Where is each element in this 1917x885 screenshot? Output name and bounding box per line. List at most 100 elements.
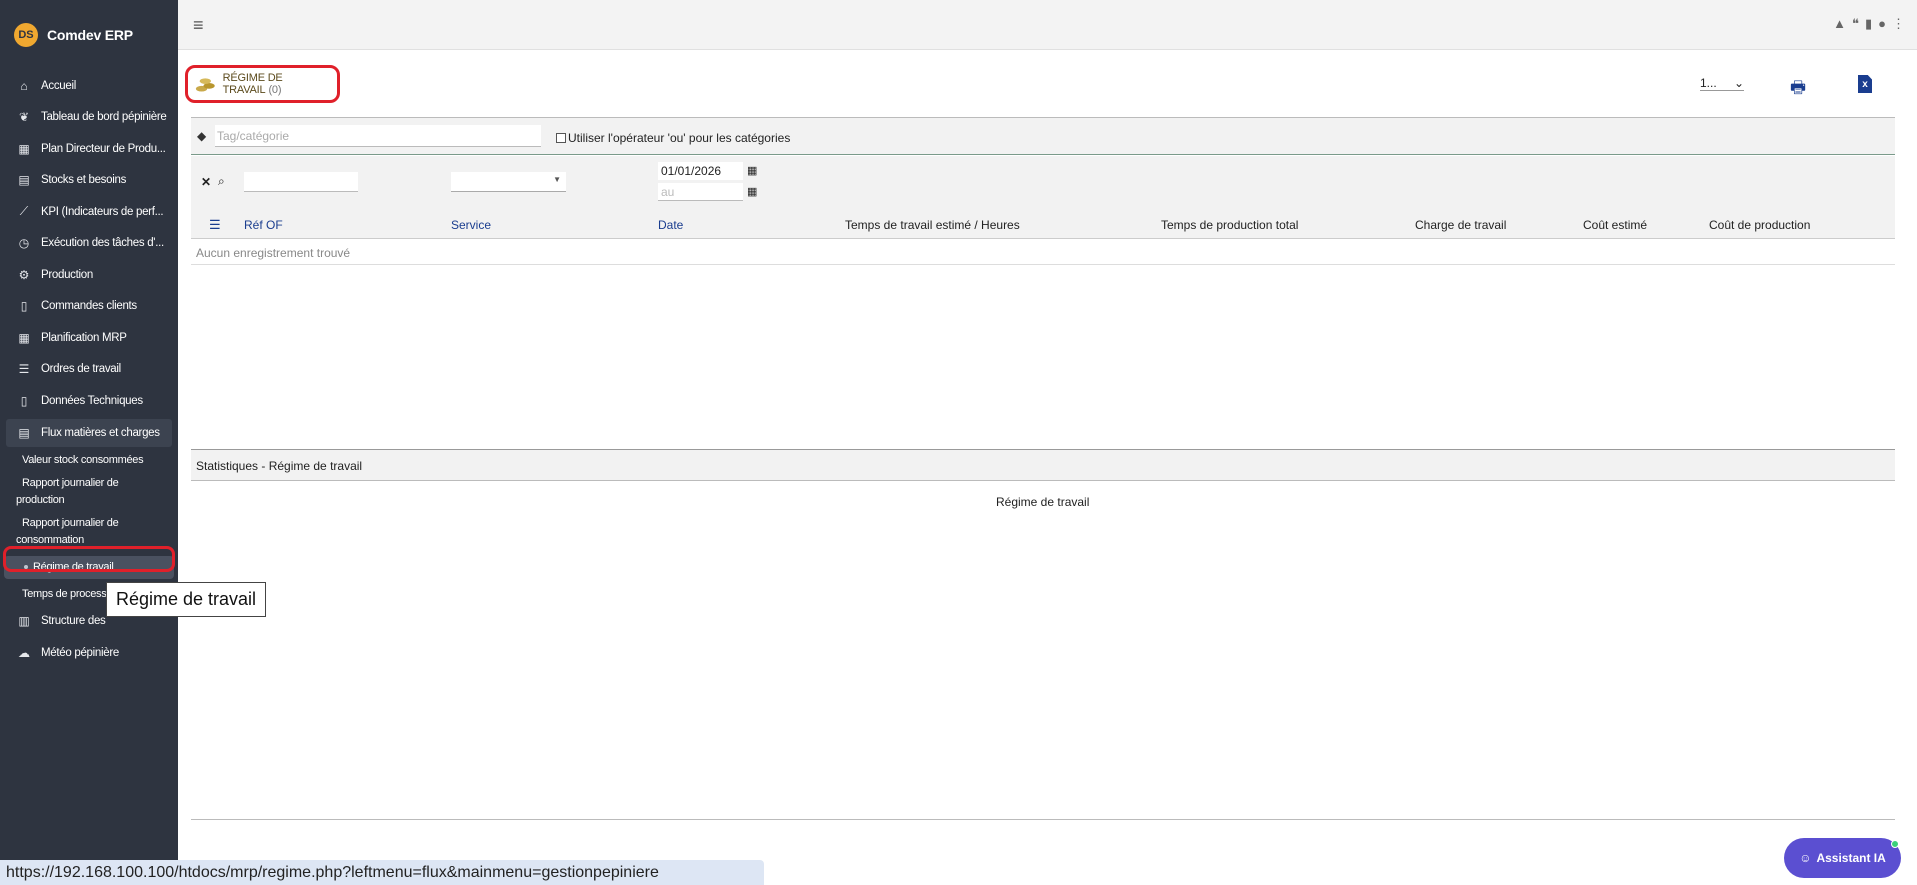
brand[interactable]: DS Comdev ERP [0,0,178,70]
stats-header: Statistiques - Régime de travail [191,449,1895,481]
calendar-icon: ▦ [18,141,30,156]
sidebar-item-label: Météo pépinière [41,646,119,659]
more-vertical-icon[interactable]: ⋮ [1892,16,1905,32]
sidebar-item-m-t-o-p-pini-re[interactable]: ☁ Météo pépinière [0,637,178,669]
column-cout-estime: Coût estimé [1583,218,1648,232]
sidebar-menu: ⌂ Accueil ❦ Tableau de bord pépinière ▦ Plan … [0,70,178,417]
home-icon: ⌂ [20,78,28,93]
menu-toggle-icon[interactable]: ≡ [193,15,204,36]
coins-icon [195,78,215,92]
notification-icon[interactable]: ▲ [1833,16,1846,32]
top-bar: ≡ ▲ ❝ ▮ ● ⋮ [178,0,1917,50]
column-charge-travail: Charge de travail [1415,218,1507,232]
search-icon[interactable]: ⌕ [218,174,225,189]
sidebar: DS Comdev ERP ⌂ Accueil ❦ Tableau de bord p… [0,0,178,885]
column-date[interactable]: Date [658,218,683,232]
online-status-icon [1891,840,1899,848]
date-to-input[interactable]: au [658,183,743,201]
search-row: ✕ ⌕ ▼ 01/01/2026 ▦ au ▦ [191,156,1895,209]
sidebar-item-plan-directeur-de-produ[interactable]: ▦ Plan Directeur de Produ... [0,133,178,165]
column-temps-estime: Temps de travail estimé / Heures [845,218,1020,232]
column-cout-production: Coût de production [1709,218,1811,232]
sidebar-item-label: Commandes clients [41,300,137,313]
sidebar-item-label: KPI (Indicateurs de perf... [41,205,164,218]
print-icon[interactable]: 🖶 [1790,75,1806,104]
submenu-item-rapport-production[interactable]: Rapport journalier de production [0,472,178,512]
column-service[interactable]: Service [451,218,491,232]
sidebar-item-label: Plan Directeur de Produ... [41,142,166,155]
tooltip: Régime de travail [106,582,266,617]
chevron-down-icon: ⌄ [1733,76,1744,90]
logo-icon: DS [14,23,38,47]
page-title-box: RÉGIME DE TRAVAIL (0) [185,65,340,103]
sidebar-item-label: Ordres de travail [41,363,121,376]
calendar-icon[interactable]: ▦ [747,164,757,177]
divider [191,819,1895,820]
sidebar-item-label: Structure des [41,615,106,628]
chat-icon[interactable]: ❝ [1852,16,1859,32]
leaf-icon: ❦ [18,110,30,125]
table-header: ☰ Réf OF Service Date Temps de travail e… [191,209,1895,239]
calendar-icon: ▦ [18,330,30,345]
sidebar-item-label: Tableau de bord pépinière [41,111,167,124]
sidebar-item-production[interactable]: ⚙ Production [0,259,178,291]
chart-line-icon: ⟋ [19,204,29,219]
sidebar-item-ordres-de-travail[interactable]: ☰ Ordres de travail [0,354,178,386]
empty-message: Aucun enregistrement trouvé [191,239,1895,265]
ref-of-filter-input[interactable] [244,172,358,192]
sidebar-item-ex-cution-des-t-ches-d[interactable]: ◷ Exécution des tâches d'... [0,228,178,260]
sidebar-item-label: Flux matières et charges [41,426,160,439]
gears-icon: ⚙ [18,267,30,282]
sidebar-item-commandes-clients[interactable]: ▯ Commandes clients [0,291,178,323]
sidebar-item-accueil[interactable]: ⌂ Accueil [0,70,178,102]
trash-icon[interactable]: ▮ [1865,16,1872,32]
excel-export-icon[interactable]: x [1858,75,1872,93]
document-icon: ▯ [20,299,28,314]
checkbox-label: Utiliser l'opérateur 'ou' pour les catég… [568,131,791,145]
sidebar-item-donn-es-techniques[interactable]: ▯ Données Techniques [0,385,178,417]
file-icon: ▯ [20,393,28,408]
app-name: Comdev ERP [47,27,133,43]
boxes-icon: ▤ [18,425,30,440]
or-operator-checkbox[interactable]: Utiliser l'opérateur 'ou' pour les catég… [556,131,790,145]
calendar-icon[interactable]: ▦ [747,185,757,198]
sidebar-item-label: Production [41,268,93,281]
sidebar-item-planification-mrp[interactable]: ▦ Planification MRP [0,322,178,354]
filter-bar: ◆ Utiliser l'opérateur 'ou' pour les cat… [191,117,1895,155]
service-filter-select[interactable]: ▼ [451,172,566,192]
sidebar-item-flux[interactable]: ▤ Flux matières et charges [6,418,172,447]
clear-filter-icon[interactable]: ✕ [201,175,211,189]
list-check-icon: ☰ [18,362,30,377]
top-icons: ▲ ❝ ▮ ● ⋮ [1833,16,1905,32]
column-temps-production: Temps de production total [1161,218,1299,232]
column-selector-icon[interactable]: ☰ [209,217,221,233]
sidebar-item-label: Stocks et besoins [41,174,127,187]
caret-down-icon: ▼ [553,175,561,184]
building-icon: ▥ [18,614,30,629]
sidebar-item-kpi-indicateurs-de-perf[interactable]: ⟋ KPI (Indicateurs de perf... [0,196,178,228]
cloud-sun-icon: ☁ [18,645,30,660]
sidebar-item-stocks-et-besoins[interactable]: ▤ Stocks et besoins [0,165,178,197]
page-title: RÉGIME DE TRAVAIL (0) [223,72,337,96]
submenu-item-valeur-stock[interactable]: Valeur stock consommées [0,449,178,472]
record-count: (0) [268,84,282,96]
date-from-input[interactable]: 01/01/2026 [658,162,743,180]
page-limit-select[interactable]: 1... ⌄ [1700,76,1744,91]
checkbox-icon[interactable] [556,133,566,143]
user-avatar-icon[interactable]: ● [1878,16,1886,32]
robot-icon: ☺ [1799,851,1812,865]
stats-chart-label: Régime de travail [996,495,1090,509]
sidebar-item-tableau-de-bord-p-pini-re[interactable]: ❦ Tableau de bord pépinière [0,102,178,134]
column-ref-of[interactable]: Réf OF [244,218,283,232]
tag-category-input[interactable] [215,125,541,147]
results-table: ✕ ⌕ ▼ 01/01/2026 ▦ au ▦ ☰ Réf OF Service… [191,156,1895,265]
sidebar-item-label: Planification MRP [41,331,127,344]
assistant-ia-button[interactable]: ☺ Assistant IA [1784,838,1901,878]
highlight-outline [3,546,175,572]
tag-icon: ◆ [197,129,207,143]
clock-icon: ◷ [18,236,30,251]
assistant-label: Assistant IA [1816,851,1886,865]
sidebar-item-label: Exécution des tâches d'... [41,237,164,250]
boxes-icon: ▤ [18,173,30,188]
sidebar-item-label: Données Techniques [41,394,143,407]
